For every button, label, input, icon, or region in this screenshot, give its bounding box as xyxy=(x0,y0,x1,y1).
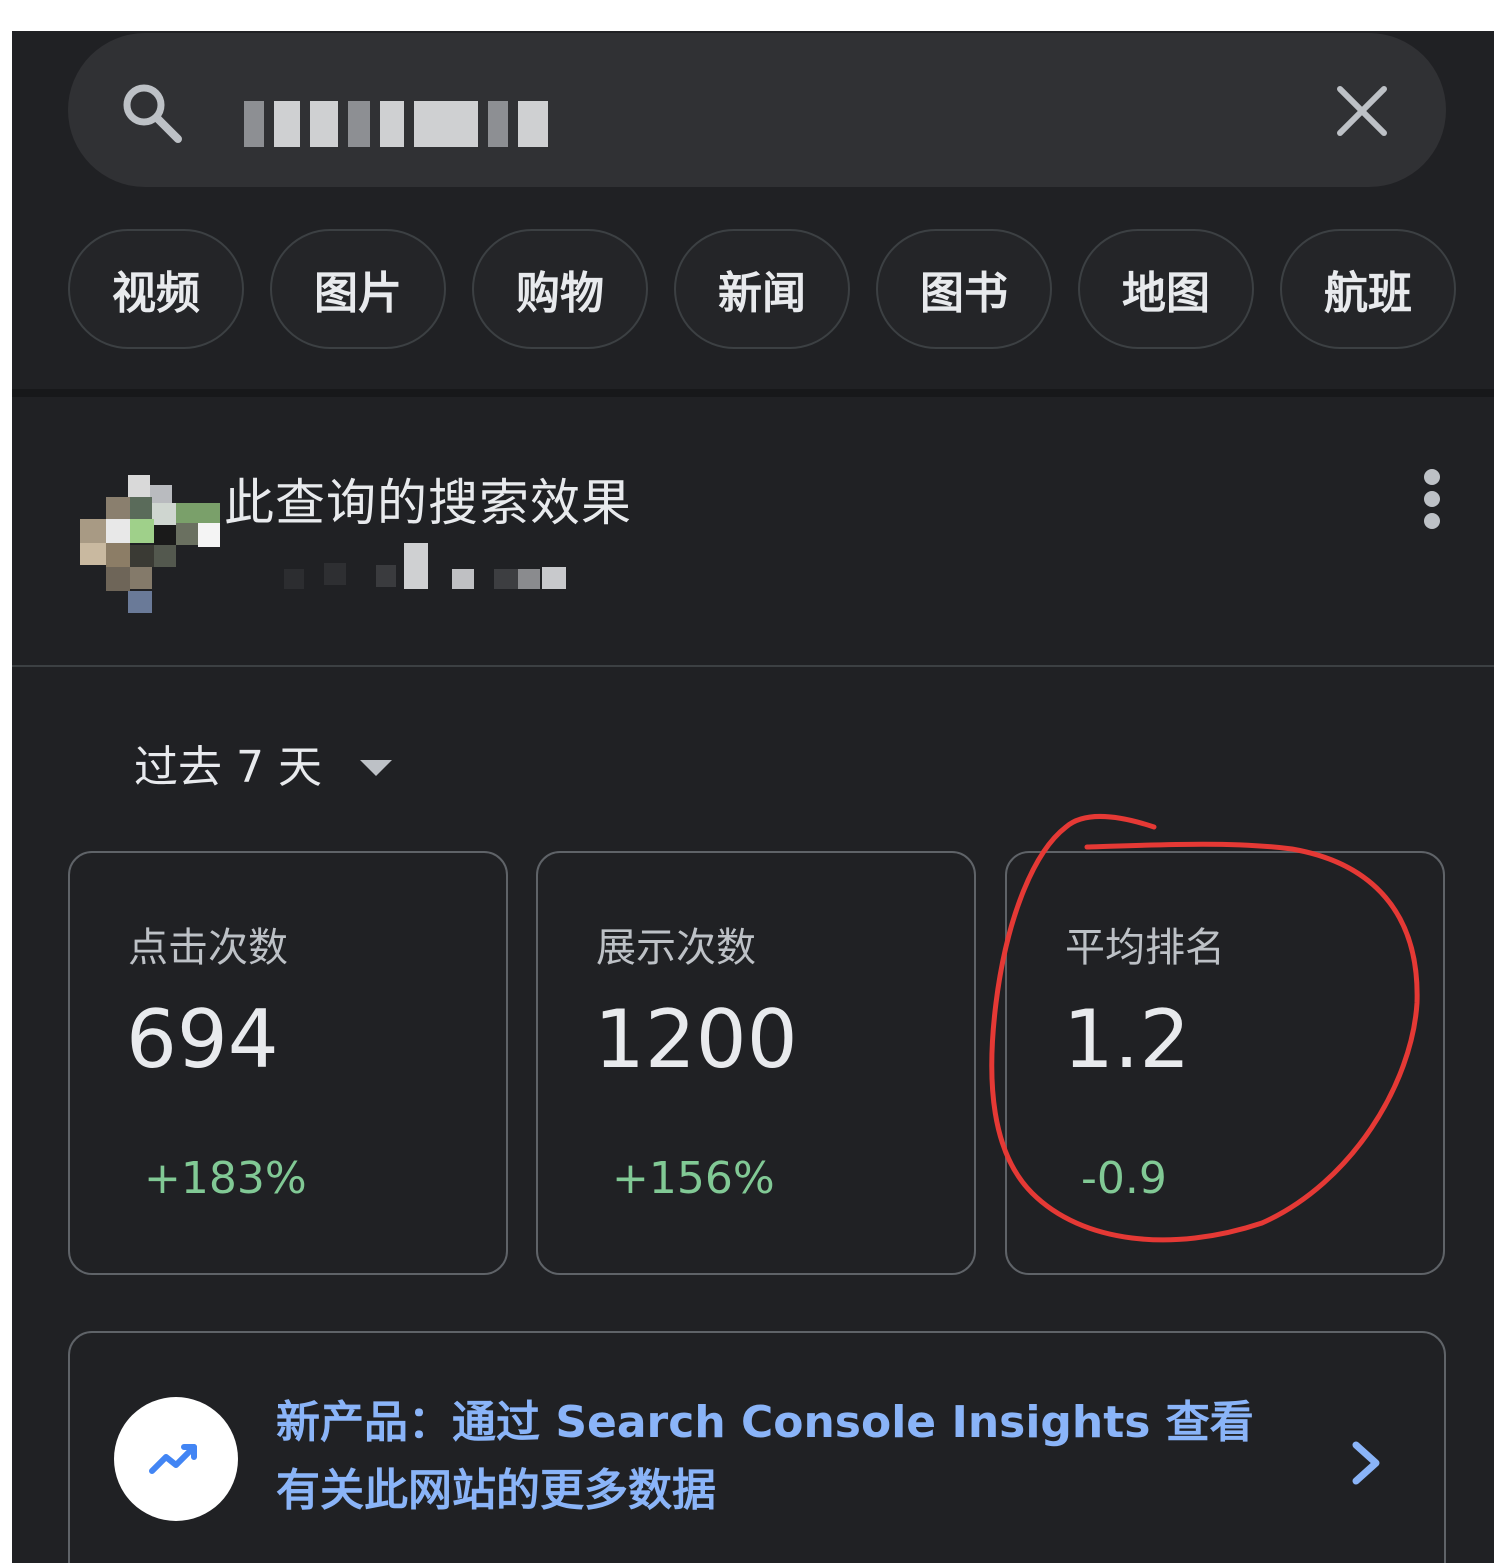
chip-label: 图片 xyxy=(314,268,402,319)
metric-card-average-position[interactable]: 平均排名 1.2 -0.9 xyxy=(1005,851,1445,1275)
divider xyxy=(12,665,1494,667)
chip-label: 图书 xyxy=(920,268,1008,319)
chip-label: 视频 xyxy=(112,268,200,319)
chip-label: 地图 xyxy=(1122,268,1210,319)
search-bar[interactable] xyxy=(68,33,1446,187)
metric-value: 1.2 xyxy=(1063,993,1191,1086)
result-url-redacted[interactable] xyxy=(284,543,594,593)
metric-change: -0.9 xyxy=(1081,1153,1167,1204)
chip-flights[interactable]: 航班 xyxy=(1280,229,1456,349)
chip-label: 购物 xyxy=(516,268,604,319)
chip-maps[interactable]: 地图 xyxy=(1078,229,1254,349)
metric-label: 展示次数 xyxy=(596,925,756,971)
metric-label: 点击次数 xyxy=(128,925,288,971)
search-query-redacted[interactable] xyxy=(244,99,604,149)
trending-up-icon xyxy=(114,1397,238,1521)
chip-news[interactable]: 新闻 xyxy=(674,229,850,349)
metric-change: +156% xyxy=(612,1153,775,1204)
metric-label: 平均排名 xyxy=(1065,925,1225,971)
chip-books[interactable]: 图书 xyxy=(876,229,1052,349)
search-results-screen: 视频 图片 购物 新闻 图书 地图 航班 此查询的搜索效果 过去 7 天 点击次… xyxy=(12,31,1494,1563)
metric-card-impressions[interactable]: 展示次数 1200 +156% xyxy=(536,851,976,1275)
metric-value: 1200 xyxy=(594,993,798,1086)
chip-shopping[interactable]: 购物 xyxy=(472,229,648,349)
close-icon[interactable] xyxy=(1330,79,1394,143)
date-range-dropdown[interactable]: 过去 7 天 xyxy=(134,731,392,795)
search-icon[interactable] xyxy=(116,77,188,149)
chip-label: 新闻 xyxy=(718,268,806,319)
metric-card-clicks[interactable]: 点击次数 694 +183% xyxy=(68,851,508,1275)
date-range-label: 过去 7 天 xyxy=(134,742,322,793)
chip-videos[interactable]: 视频 xyxy=(68,229,244,349)
filter-chips: 视频 图片 购物 新闻 图书 地图 航班 xyxy=(68,229,1494,353)
result-title[interactable]: 此查询的搜索效果 xyxy=(224,463,632,535)
more-vert-icon[interactable] xyxy=(1412,467,1452,531)
chevron-right-icon[interactable] xyxy=(1346,1439,1386,1487)
site-favicon-redacted xyxy=(80,475,220,613)
caret-down-icon xyxy=(359,760,392,776)
chip-label: 航班 xyxy=(1324,268,1412,319)
search-console-insights-promo[interactable]: 新产品：通过 Search Console Insights 查看有关此网站的更… xyxy=(68,1331,1446,1563)
metric-change: +183% xyxy=(144,1153,307,1204)
chip-images[interactable]: 图片 xyxy=(270,229,446,349)
metric-value: 694 xyxy=(126,993,279,1086)
section-divider xyxy=(12,389,1494,397)
promo-text[interactable]: 新产品：通过 Search Console Insights 查看有关此网站的更… xyxy=(276,1389,1276,1525)
